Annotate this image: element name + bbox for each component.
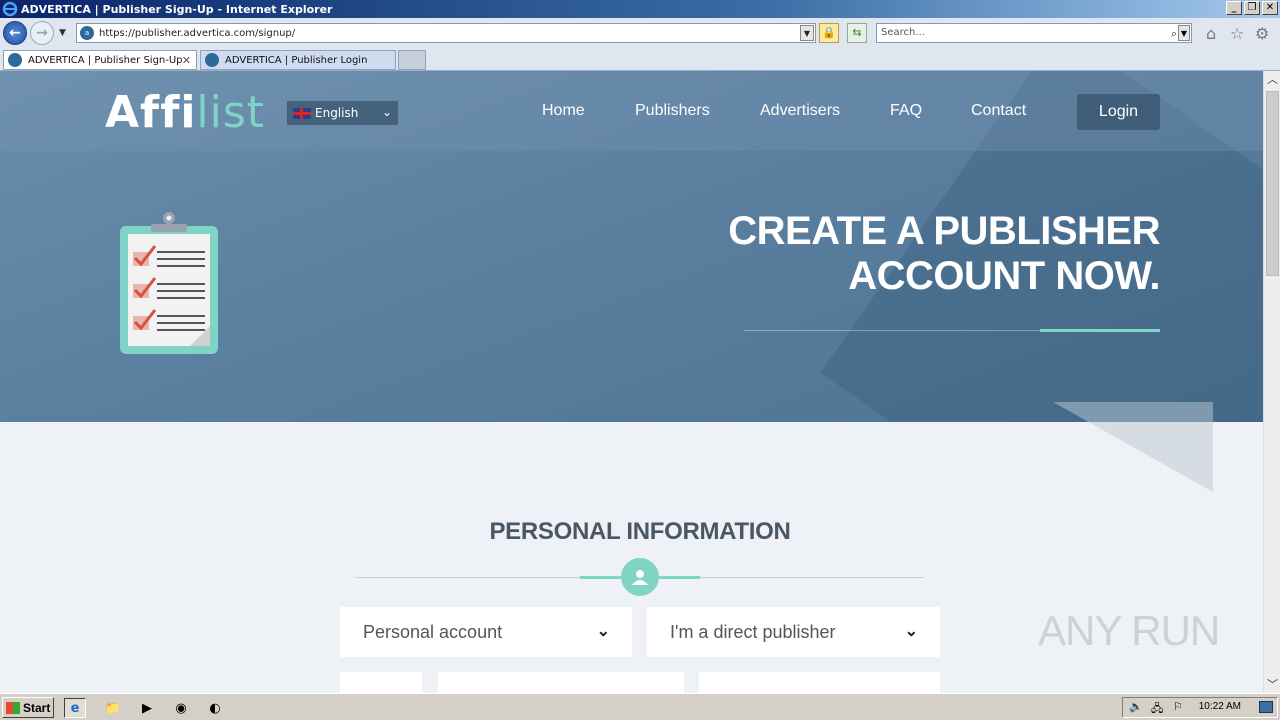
search-dropdown-button[interactable]: ▼	[1178, 25, 1190, 41]
tab-favicon-icon	[205, 53, 219, 67]
language-label: English	[315, 106, 359, 120]
volume-icon[interactable]: 🔈	[1129, 700, 1143, 713]
user-icon	[621, 558, 659, 596]
taskbar-media-player-icon[interactable]: ▶	[136, 698, 158, 718]
security-lock-icon[interactable]: 🔒	[819, 23, 839, 43]
account-type-value: Personal account	[363, 621, 503, 642]
tab-strip: ADVERTICA | Publisher Sign-Up ✕ ADVERTIC…	[0, 48, 1280, 71]
show-desktop-icon[interactable]	[1259, 701, 1273, 713]
hero-heading-line2: ACCOUNT NOW.	[848, 254, 1160, 298]
window-title: ADVERTICA | Publisher Sign-Up - Internet…	[21, 2, 333, 16]
close-window-button[interactable]: ✕	[1262, 1, 1278, 15]
taskbar-explorer-icon[interactable]: 📁	[102, 698, 124, 718]
start-label: Start	[23, 700, 51, 715]
address-bar[interactable]: a https://publisher.advertica.com/signup…	[76, 23, 816, 43]
title-field[interactable]	[340, 672, 422, 693]
chevron-down-icon: ⌄	[381, 105, 392, 119]
address-dropdown-button[interactable]: ▼	[800, 25, 814, 41]
address-url[interactable]: https://publisher.advertica.com/signup/	[99, 28, 295, 39]
logo-accent: list	[196, 87, 266, 138]
chevron-down-icon: ⌄	[596, 623, 610, 640]
hero-divider-accent	[1040, 329, 1160, 332]
nav-publishers[interactable]: Publishers	[635, 102, 710, 120]
favorites-star-icon[interactable]: ☆	[1230, 24, 1244, 43]
system-tray: 🔈 🖧 ⚐ 10:22 AM	[1122, 697, 1278, 718]
account-type-select[interactable]: Personal account ⌄	[340, 607, 632, 657]
tab-publisher-signup[interactable]: ADVERTICA | Publisher Sign-Up ✕	[3, 50, 197, 70]
login-button[interactable]: Login	[1077, 94, 1160, 130]
decorative-shape	[1053, 402, 1213, 492]
nav-contact[interactable]: Contact	[971, 102, 1026, 120]
new-tab-button[interactable]	[398, 50, 426, 70]
network-icon[interactable]: 🖧	[1151, 700, 1163, 719]
search-placeholder: Search...	[881, 27, 925, 38]
tab-favicon-icon	[8, 53, 22, 67]
scroll-down-icon[interactable]: ﹀	[1264, 676, 1280, 693]
search-input[interactable]: Search... ⌕ ▼	[876, 23, 1192, 43]
site-logo[interactable]: Affilist	[105, 87, 265, 138]
tab-publisher-login[interactable]: ADVERTICA | Publisher Login	[200, 50, 396, 70]
chevron-down-icon: ⌄	[904, 623, 918, 640]
anyrun-watermark: ANY RUN	[1038, 607, 1220, 654]
publisher-type-select[interactable]: I'm a direct publisher ⌄	[647, 607, 940, 657]
settings-gear-icon[interactable]: ⚙	[1255, 24, 1269, 43]
action-center-flag-icon[interactable]: ⚐	[1173, 700, 1183, 713]
minimize-button[interactable]: _	[1226, 1, 1242, 15]
uk-flag-icon	[293, 107, 311, 119]
site-favicon-icon: a	[80, 26, 94, 40]
nav-faq[interactable]: FAQ	[890, 102, 922, 120]
navigation-bar: ← → ▼ a https://publisher.advertica.com/…	[0, 18, 1280, 48]
taskbar-edge-icon[interactable]: ◐	[204, 698, 226, 718]
home-icon[interactable]: ⌂	[1206, 24, 1216, 43]
ie-logo-icon	[2, 1, 18, 17]
tab-label: ADVERTICA | Publisher Sign-Up	[28, 54, 183, 66]
back-button[interactable]: ←	[3, 21, 27, 45]
site-navbar: Affilist English ⌄ Home Publishers Adver…	[0, 71, 1263, 151]
page-scrollbar[interactable]: ︿ ﹀	[1263, 71, 1280, 693]
compat-refresh-icon[interactable]: ⇆	[847, 23, 867, 43]
first-name-field[interactable]	[438, 672, 684, 693]
taskbar-ie-icon[interactable]: e	[64, 698, 86, 718]
tab-label: ADVERTICA | Publisher Login	[225, 54, 368, 66]
clipboard-checklist-icon	[120, 212, 218, 354]
nav-advertisers[interactable]: Advertisers	[760, 102, 840, 120]
scroll-thumb[interactable]	[1266, 91, 1279, 276]
recent-pages-dropdown-icon[interactable]: ▼	[59, 28, 66, 38]
hero-heading-line1: CREATE A PUBLISHER	[728, 209, 1160, 253]
hero-heading: CREATE A PUBLISHER ACCOUNT NOW.	[600, 209, 1160, 299]
logo-main: Affi	[105, 87, 197, 138]
publisher-type-value: I'm a direct publisher	[670, 621, 836, 642]
hero-section: Affilist English ⌄ Home Publishers Adver…	[0, 71, 1263, 614]
close-tab-icon[interactable]: ✕	[182, 54, 191, 67]
page-viewport: Affilist English ⌄ Home Publishers Adver…	[0, 71, 1263, 693]
taskbar-clock[interactable]: 10:22 AM	[1199, 701, 1241, 712]
windows-logo-icon	[6, 701, 20, 714]
taskbar-chrome-icon[interactable]: ◉	[170, 698, 192, 718]
search-icon[interactable]: ⌕	[1171, 25, 1177, 43]
scroll-up-icon[interactable]: ︿	[1264, 71, 1280, 88]
start-button[interactable]: Start	[2, 697, 54, 718]
windows-taskbar: Start e 📁 ▶ ◉ ◐ 🔈 🖧 ⚐ 10:22 AM	[0, 693, 1280, 720]
language-select[interactable]: English ⌄	[286, 100, 399, 126]
section-heading: PERSONAL INFORMATION	[489, 518, 791, 545]
forward-button[interactable]: →	[30, 21, 54, 45]
last-name-field[interactable]	[699, 672, 940, 693]
nav-home[interactable]: Home	[542, 102, 585, 120]
window-titlebar: ADVERTICA | Publisher Sign-Up - Internet…	[0, 0, 1280, 18]
restore-button[interactable]: ❐	[1244, 1, 1260, 15]
